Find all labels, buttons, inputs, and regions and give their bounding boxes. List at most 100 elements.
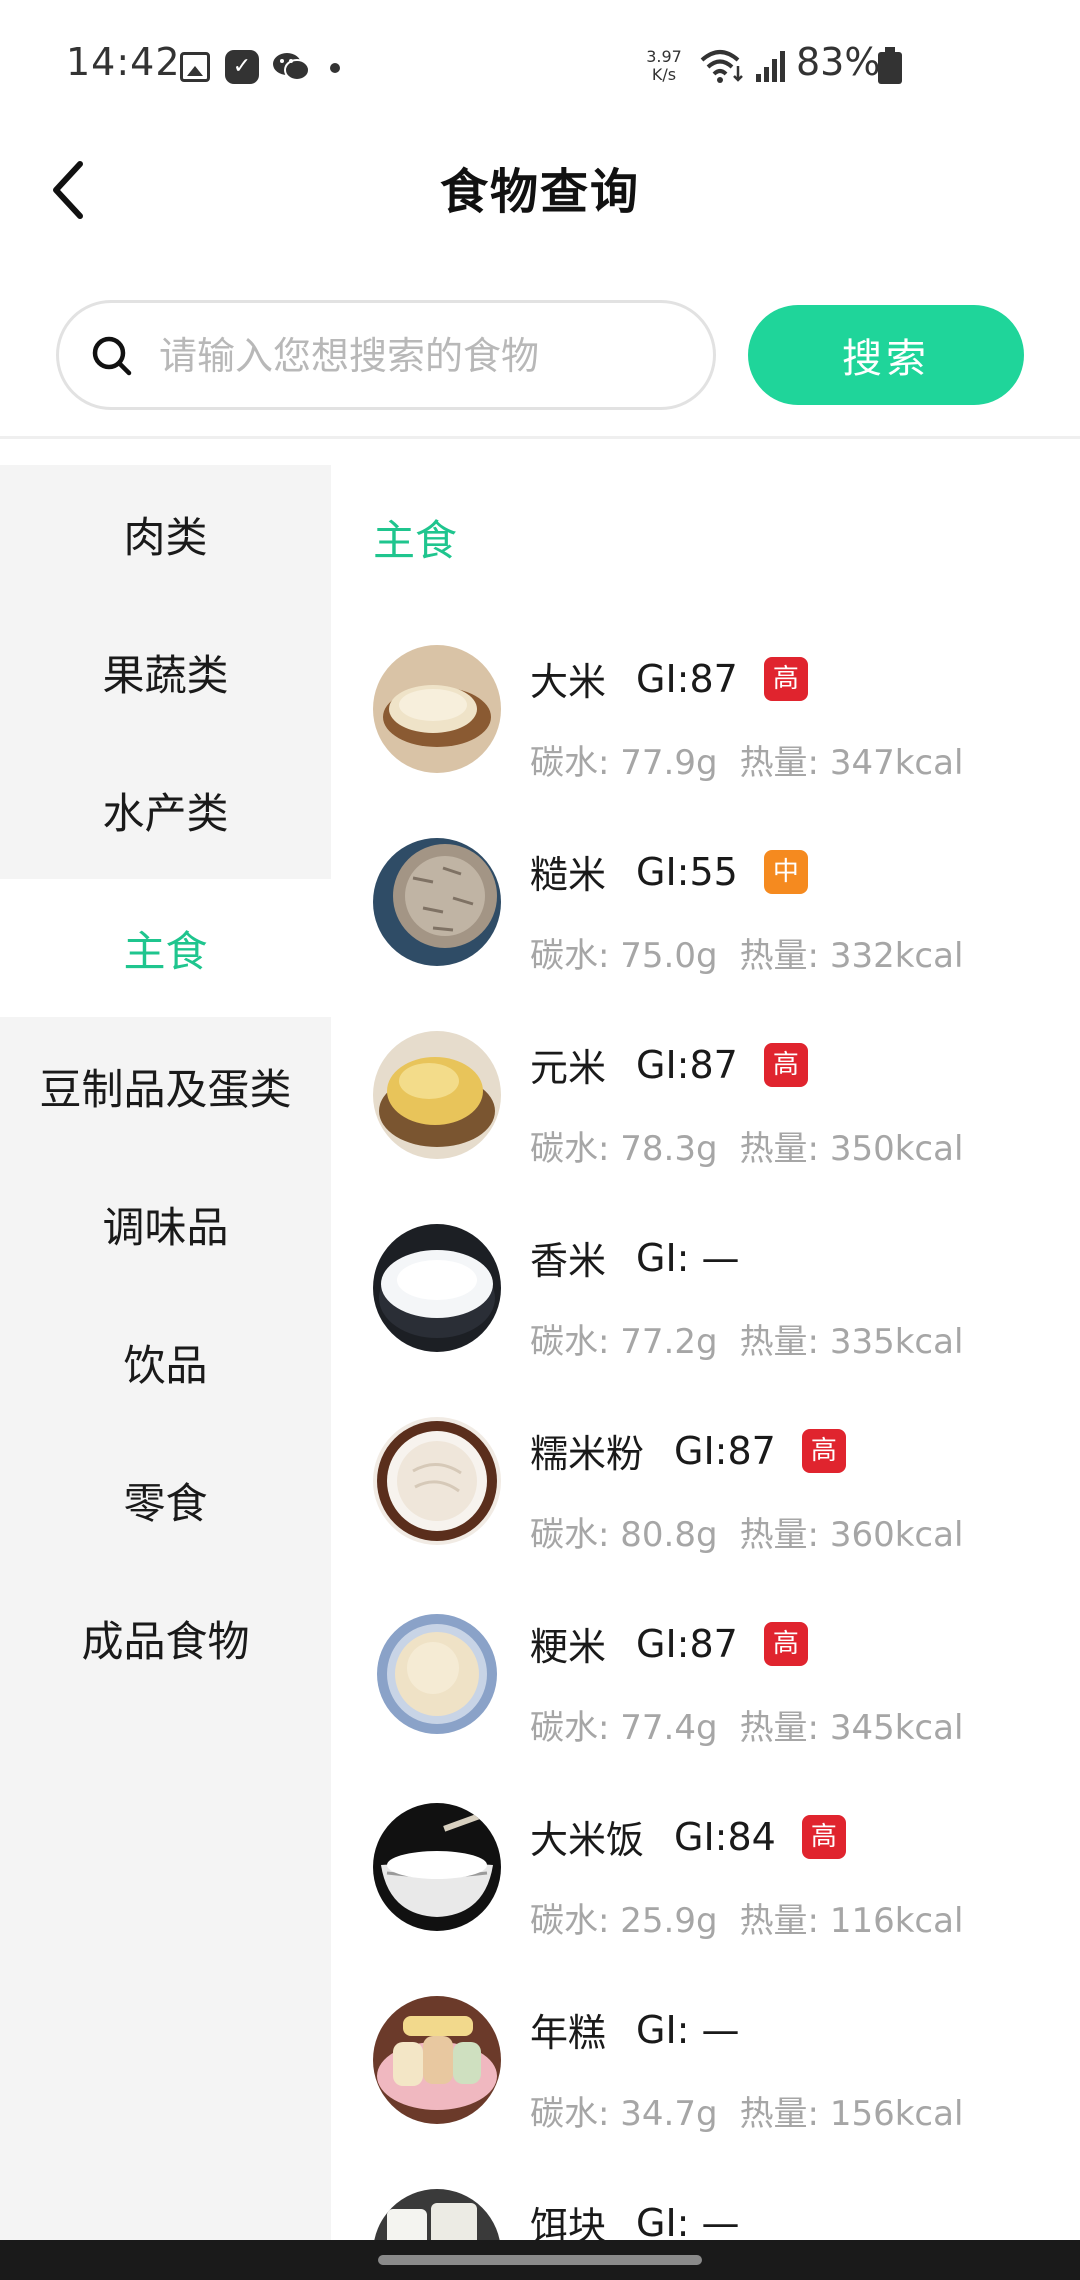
speed-value: 3.97 [646, 47, 682, 66]
food-item[interactable]: 元米 GI:87 高 碳水: 78.3g 热量: 350kcal [373, 1031, 1073, 1224]
food-item[interactable]: 香米 GI: — 碳水: 77.2g 热量: 335kcal [373, 1224, 1073, 1417]
food-kcal: 热量: 335kcal [739, 1322, 964, 1362]
food-carb: 碳水: 75.0g [530, 936, 718, 976]
food-kcal: 热量: 360kcal [739, 1515, 964, 1555]
food-gi: GI: — [636, 1235, 740, 1280]
food-item[interactable]: 大米 GI:87 高 碳水: 77.9g 热量: 347kcal [373, 645, 1073, 838]
food-image-rice-cake [373, 1996, 501, 2124]
wifi-icon [700, 50, 743, 83]
food-kcal: 热量: 347kcal [739, 743, 964, 783]
food-name: 糙米 [530, 853, 607, 897]
food-image-japonica-rice [373, 1610, 501, 1738]
food-nutrition: 碳水: 77.2g 热量: 335kcal [530, 1314, 963, 1363]
food-carb: 碳水: 34.7g [530, 2094, 718, 2134]
food-gi: GI:87 [636, 1621, 738, 1666]
food-gi: GI:87 [636, 1042, 738, 1087]
food-carb: 碳水: 77.2g [530, 1322, 718, 1362]
food-name: 年糕 [530, 2011, 607, 2055]
food-image-rice [373, 645, 501, 773]
food-gi: GI:55 [636, 849, 738, 894]
food-kcal: 热量: 345kcal [739, 1708, 964, 1748]
food-nutrition: 碳水: 80.8g 热量: 360kcal [530, 1507, 963, 1556]
status-time: 14:42 [66, 40, 181, 84]
food-name: 元米 [530, 1046, 607, 1090]
dot-icon [330, 63, 340, 73]
header: 食物查询 [0, 130, 1080, 250]
category-sidebar: 肉类 果蔬类 水产类 主食 豆制品及蛋类 调味品 饮品 零食 成品食物 [0, 465, 331, 2240]
food-carb: 碳水: 25.9g [530, 1901, 718, 1941]
food-carb: 碳水: 80.8g [530, 1515, 718, 1555]
food-name: 饵块 [530, 2204, 607, 2240]
food-kcal: 热量: 116kcal [739, 1901, 964, 1941]
gallery-icon [180, 52, 210, 82]
wechat-icon [273, 53, 310, 81]
system-nav-bar [0, 2240, 1080, 2280]
food-carb: 碳水: 77.4g [530, 1708, 718, 1748]
food-nutrition: 碳水: 78.3g 热量: 350kcal [530, 1121, 963, 1170]
food-nutrition: 碳水: 77.4g 热量: 345kcal [530, 1700, 963, 1749]
food-kcal: 热量: 332kcal [739, 936, 964, 976]
speed-unit: K/s [651, 65, 677, 84]
category-snacks[interactable]: 零食 [0, 1431, 331, 1569]
divider [0, 436, 1080, 439]
signal-icon [756, 51, 785, 82]
food-carb: 碳水: 78.3g [530, 1129, 718, 1169]
food-gi: GI:87 [674, 1428, 776, 1473]
food-item[interactable]: 糙米 GI:55 中 碳水: 75.0g 热量: 332kcal [373, 838, 1073, 1031]
gi-level-badge: 中 [763, 849, 808, 894]
category-drinks[interactable]: 饮品 [0, 1293, 331, 1431]
food-image-cooked-rice [373, 1803, 501, 1931]
food-carb: 碳水: 77.9g [530, 743, 718, 783]
search-box[interactable] [56, 300, 716, 410]
food-name: 大米饭 [530, 1818, 645, 1862]
food-name: 粳米 [530, 1625, 607, 1669]
food-image-erkuai [373, 2189, 501, 2240]
food-item[interactable]: 糯米粉 GI:87 高 碳水: 80.8g 热量: 360kcal [373, 1417, 1073, 1610]
section-title: 主食 [373, 516, 458, 565]
food-item[interactable]: 年糕 GI: — 碳水: 34.7g 热量: 156kcal [373, 1996, 1073, 2189]
food-name: 糯米粉 [530, 1432, 645, 1476]
food-name: 大米 [530, 660, 607, 704]
gi-level-badge: 高 [801, 1814, 846, 1859]
check-app-icon: ✓ [225, 50, 259, 84]
food-item[interactable]: 大米饭 GI:84 高 碳水: 25.9g 热量: 116kcal [373, 1803, 1073, 1996]
food-gi: GI: — [636, 2007, 740, 2052]
food-name: 香米 [530, 1239, 607, 1283]
category-staple[interactable]: 主食 [0, 879, 331, 1017]
status-bar: 14:42 ✓ 3.97 K/s 83% [0, 0, 1080, 130]
battery-percent: 83% [796, 40, 881, 84]
food-item[interactable]: 饵块 GI: — [373, 2189, 1073, 2240]
gi-level-badge: 高 [763, 656, 808, 701]
food-nutrition: 碳水: 77.9g 热量: 347kcal [530, 735, 963, 784]
food-gi: GI:84 [674, 1814, 776, 1859]
food-nutrition: 碳水: 75.0g 热量: 332kcal [530, 928, 963, 977]
home-handle[interactable] [378, 2255, 702, 2265]
network-speed: 3.97 K/s [640, 48, 688, 84]
food-kcal: 热量: 350kcal [739, 1129, 964, 1169]
battery-icon [878, 47, 902, 84]
food-image-glutinous-rice-flour [373, 1417, 501, 1545]
search-input[interactable] [159, 323, 679, 389]
food-nutrition: 碳水: 34.7g 热量: 156kcal [530, 2086, 963, 2135]
food-image-fragrant-rice [373, 1224, 501, 1352]
page-title: 食物查询 [439, 164, 640, 220]
category-seasoning[interactable]: 调味品 [0, 1155, 331, 1293]
gi-level-badge: 高 [801, 1428, 846, 1473]
food-nutrition: 碳水: 25.9g 热量: 116kcal [530, 1893, 963, 1942]
category-soy-egg[interactable]: 豆制品及蛋类 [0, 1017, 331, 1155]
food-gi: GI:87 [636, 656, 738, 701]
gi-level-badge: 高 [763, 1042, 808, 1087]
gi-level-badge: 高 [763, 1621, 808, 1666]
food-gi: GI: — [636, 2200, 740, 2241]
search-icon [92, 336, 132, 376]
category-fruit-veg[interactable]: 果蔬类 [0, 603, 331, 741]
category-seafood[interactable]: 水产类 [0, 741, 331, 879]
search-button[interactable]: 搜索 [748, 305, 1024, 405]
food-list: 主食 大米 GI:87 高 碳水: 77.9g 热量: 347kcal 糙米 GI… [331, 465, 1080, 2240]
food-image-brown-rice [373, 838, 501, 966]
food-image-yuan-rice [373, 1031, 501, 1159]
category-prepared[interactable]: 成品食物 [0, 1569, 331, 1707]
food-kcal: 热量: 156kcal [739, 2094, 964, 2134]
category-meat[interactable]: 肉类 [0, 465, 331, 603]
food-item[interactable]: 粳米 GI:87 高 碳水: 77.4g 热量: 345kcal [373, 1610, 1073, 1803]
